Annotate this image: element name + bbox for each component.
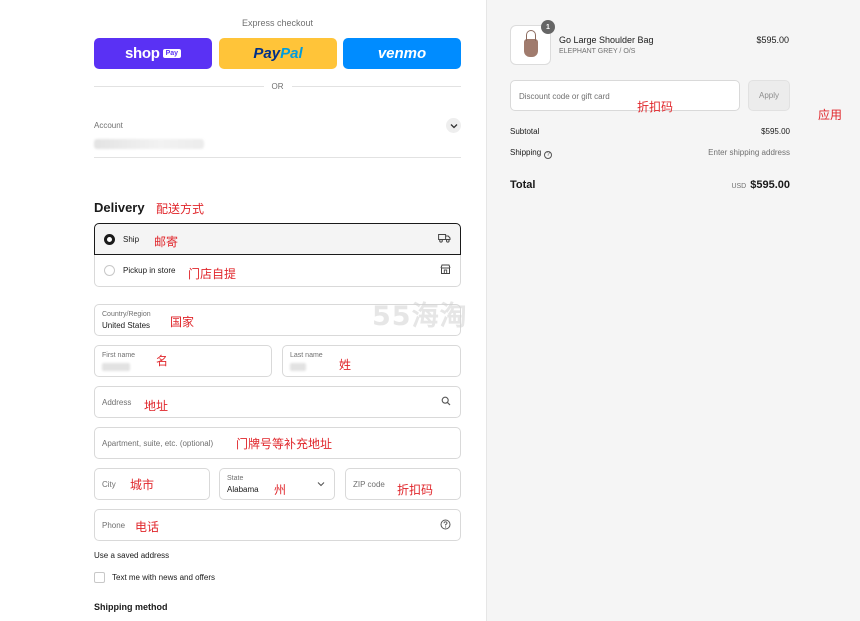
annotation-city: 城市 [130, 478, 155, 492]
last-name-field[interactable]: Last name [282, 345, 461, 377]
annotation-first-name: 名 [156, 354, 169, 368]
annotation-zip: 折扣码 [397, 483, 434, 497]
last-name-label: Last name [290, 352, 323, 359]
country-label: Country/Region [102, 311, 151, 318]
phone-placeholder: Phone [102, 521, 126, 530]
zip-placeholder: ZIP code [353, 480, 385, 489]
help-circle-icon[interactable]: ? [544, 151, 553, 159]
annotation-ship: 邮寄 [154, 235, 179, 249]
shipping-method-title: Shipping method [94, 602, 168, 612]
annotation-pickup: 门店自提 [188, 267, 237, 281]
pickup-radio[interactable] [104, 265, 115, 276]
city-placeholder: City [102, 480, 116, 489]
shipping-row: Shipping? Enter shipping address [510, 148, 790, 159]
checkout-form-panel: Express checkout shop Pay PayPal venmo O… [0, 0, 486, 621]
address-placeholder: Address [102, 398, 132, 407]
account-divider [94, 157, 461, 158]
ship-radio[interactable] [104, 233, 115, 245]
store-icon [440, 264, 451, 277]
paypal-button[interactable]: PayPal [219, 38, 337, 69]
venmo-logo: venmo [377, 45, 427, 62]
shipping-label: Shipping [510, 148, 542, 157]
paypal-logo: PayPal [253, 45, 303, 62]
news-checkbox[interactable] [94, 572, 105, 583]
saved-address-link[interactable]: Use a saved address [94, 551, 169, 560]
annotation-last-name: 姓 [339, 358, 352, 372]
help-circle-icon[interactable] [440, 519, 451, 533]
product-name: Go Large Shoulder Bag [559, 35, 654, 45]
discount-placeholder: Discount code or gift card [519, 92, 610, 101]
total-amount-group: USD $595.00 [731, 175, 790, 193]
subtotal-value: $595.00 [761, 127, 790, 136]
account-label: Account [94, 121, 123, 130]
quantity-badge: 1 [541, 20, 555, 34]
search-icon [441, 396, 451, 409]
annotation-country: 国家 [170, 315, 195, 329]
pickup-option[interactable]: Pickup in store [94, 255, 461, 287]
venmo-button[interactable]: venmo [343, 38, 461, 69]
product-variant: ELEPHANT GREY / O/S [559, 48, 636, 55]
annotation-apartment: 门牌号等补充地址 [236, 437, 333, 451]
account-email-blurred [94, 139, 204, 149]
discount-input[interactable]: Discount code or gift card [510, 80, 740, 111]
express-checkout-title: Express checkout [241, 18, 314, 28]
shop-pay-logo: shop [124, 45, 160, 62]
shipping-label-group: Shipping? [510, 148, 553, 159]
pickup-label: Pickup in store [123, 266, 176, 275]
annotation-phone: 电话 [135, 520, 160, 534]
annotation-delivery: 配送方式 [156, 202, 205, 216]
watermark: 55海淘 [372, 301, 468, 332]
truck-icon [438, 233, 451, 246]
subtotal-row: Subtotal $595.00 [510, 127, 790, 136]
or-divider: OR [94, 80, 461, 92]
last-name-blurred [290, 363, 306, 371]
annotation-state: 州 [274, 483, 287, 497]
state-label: State [227, 475, 244, 482]
total-label: Total [510, 179, 536, 191]
annotation-apply: 应用 [818, 108, 843, 122]
delivery-title: Delivery [94, 200, 145, 215]
chevron-down-icon [317, 479, 325, 490]
product-price: $595.00 [756, 35, 789, 45]
first-name-label: First name [102, 352, 136, 359]
news-checkbox-label: Text me with news and offers [112, 573, 216, 582]
ship-option[interactable]: Ship [94, 223, 461, 255]
first-name-blurred [102, 363, 130, 371]
annotation-discount: 折扣码 [637, 100, 674, 114]
shop-pay-badge: Pay [162, 49, 182, 58]
order-summary-panel: 1 Go Large Shoulder Bag ELEPHANT GREY / … [486, 0, 860, 621]
total-currency: USD [731, 183, 747, 190]
shop-pay-button[interactable]: shop Pay [94, 38, 212, 69]
country-value: United States [102, 321, 151, 330]
apply-button[interactable]: Apply [748, 80, 790, 111]
annotation-address: 地址 [144, 399, 169, 413]
first-name-field[interactable]: First name [94, 345, 272, 377]
apartment-placeholder: Apartment, suite, etc. (optional) [102, 439, 214, 448]
or-label: OR [271, 81, 284, 91]
shoulder-bag-image [523, 30, 538, 57]
total-value: $595.00 [750, 179, 790, 191]
chevron-down-icon[interactable] [446, 118, 461, 133]
shipping-value: Enter shipping address [708, 148, 790, 157]
news-checkbox-row[interactable]: Text me with news and offers [94, 572, 215, 583]
total-row: Total USD $595.00 [510, 175, 790, 193]
subtotal-label: Subtotal [510, 127, 540, 136]
state-value: Alabama [227, 485, 259, 494]
